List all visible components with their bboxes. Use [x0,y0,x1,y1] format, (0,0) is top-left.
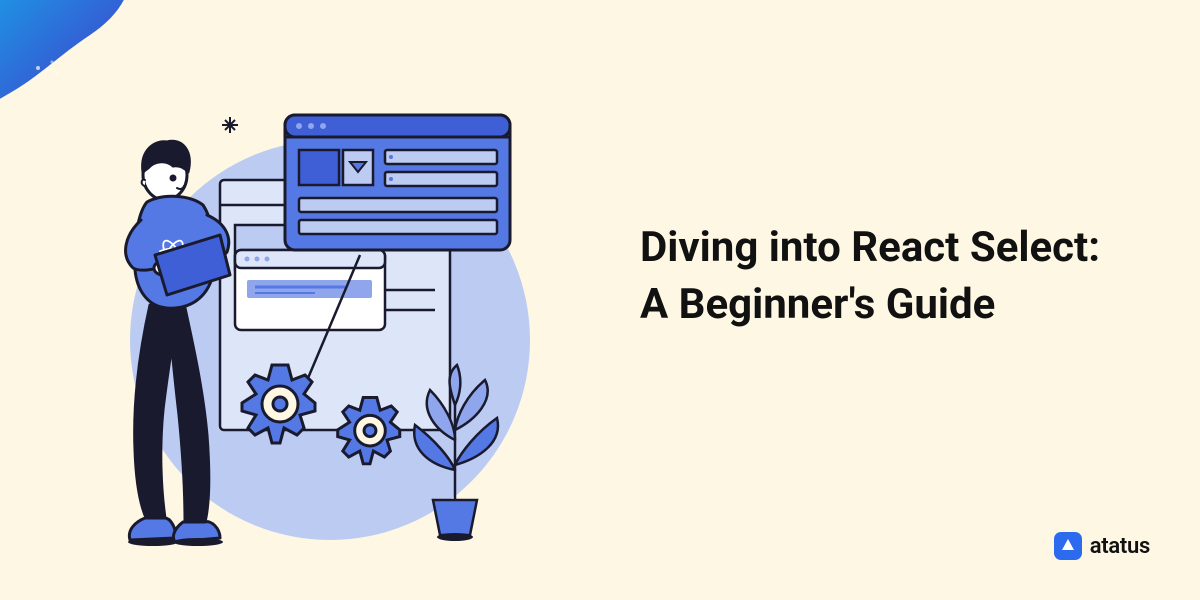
hero-illustration [85,80,555,560]
brand-logo: atatus [1054,532,1150,560]
brand-icon [1054,532,1082,560]
page-title: Diving into React Select: A Beginner's G… [640,220,1120,333]
brand-name: atatus [1090,534,1150,559]
